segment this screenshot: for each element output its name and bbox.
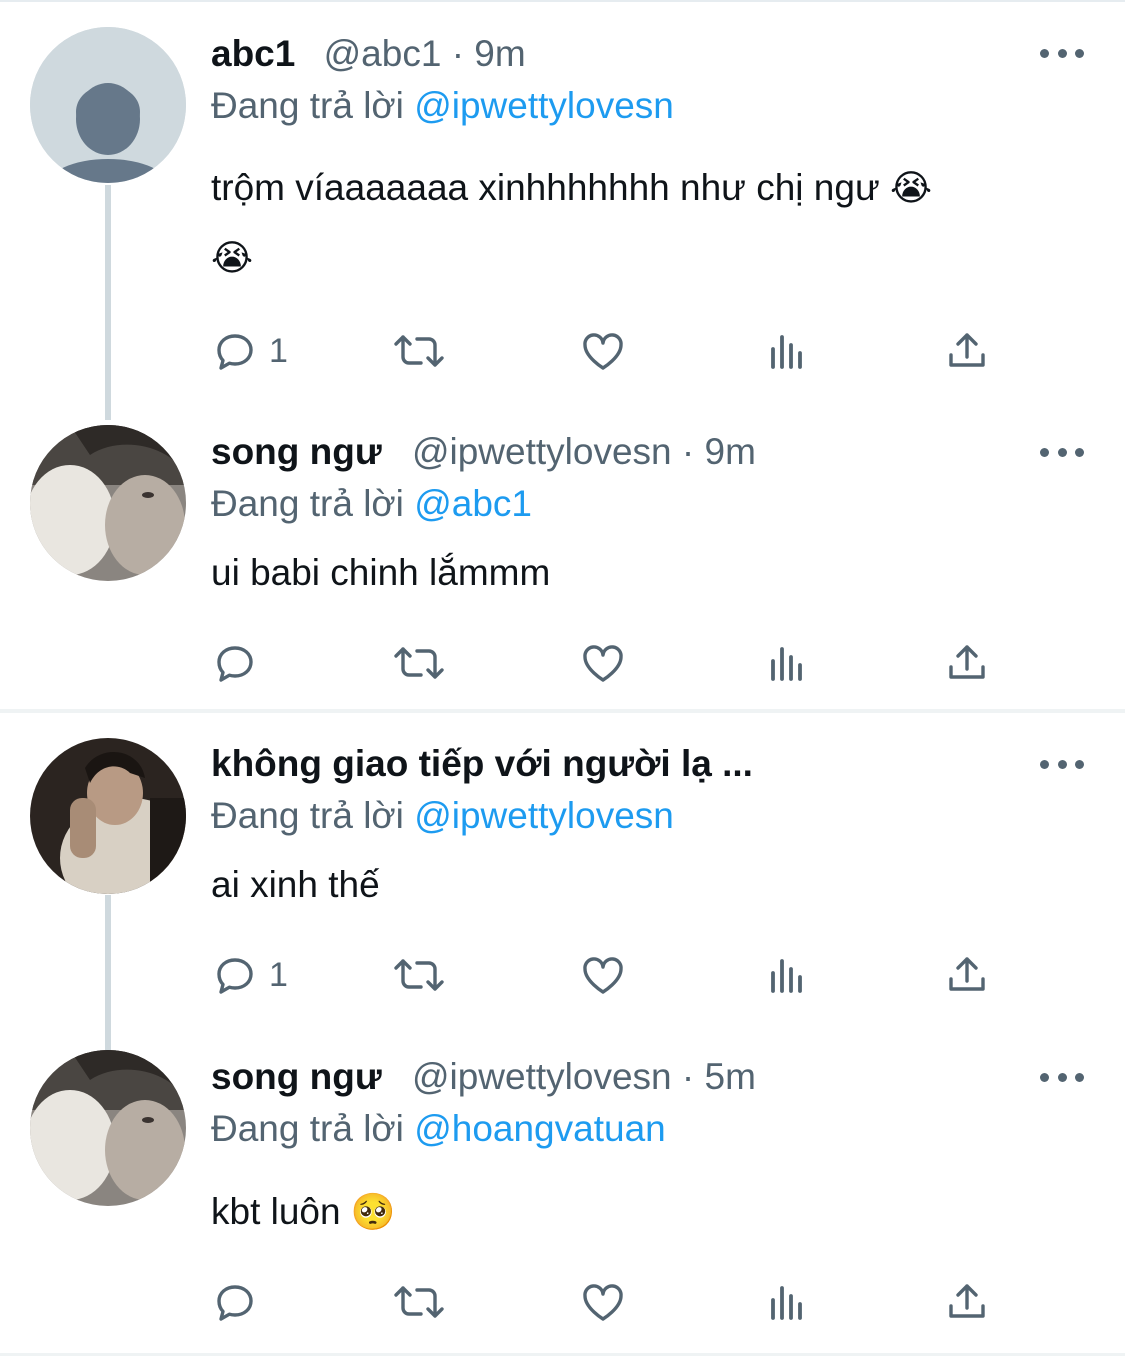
reply-icon bbox=[217, 958, 253, 994]
action-bar: 1 bbox=[211, 326, 1011, 376]
more-icon[interactable] bbox=[1040, 754, 1084, 774]
avatar[interactable] bbox=[30, 738, 186, 894]
replying-prefix: Đang trả lời bbox=[211, 1108, 415, 1149]
pleading-emoji: 🥺 bbox=[350, 1191, 396, 1232]
share-icon bbox=[949, 1284, 985, 1318]
views-icon bbox=[771, 647, 802, 681]
replying-to: Đang trả lời @ipwettylovesn bbox=[211, 794, 674, 838]
share-button[interactable] bbox=[943, 326, 991, 376]
retweet-button[interactable] bbox=[391, 326, 447, 376]
replying-to: Đang trả lời @abc1 bbox=[211, 482, 532, 526]
views-button[interactable] bbox=[763, 1277, 811, 1327]
thread-line bbox=[105, 185, 111, 420]
action-bar bbox=[211, 1277, 1011, 1327]
avatar[interactable] bbox=[30, 1050, 186, 1206]
views-button[interactable] bbox=[763, 950, 811, 1000]
display-name[interactable]: song ngư bbox=[211, 431, 382, 472]
reply-count: 1 bbox=[269, 955, 288, 994]
retweet-button[interactable] bbox=[391, 1277, 447, 1327]
share-button[interactable] bbox=[943, 950, 991, 1000]
tweet-text: kbt luôn 🥺 bbox=[211, 1177, 1071, 1247]
action-bar: 1 bbox=[211, 950, 1011, 1000]
action-bar bbox=[211, 638, 1011, 688]
handle-time: @ipwettylovesn · 5m bbox=[411, 1056, 756, 1097]
views-icon bbox=[771, 335, 802, 369]
replying-prefix: Đang trả lời bbox=[211, 795, 415, 836]
handle-time: @abc1 · 9m bbox=[323, 33, 526, 74]
share-button[interactable] bbox=[943, 1277, 991, 1327]
mention-link[interactable]: @hoangvatuan bbox=[414, 1108, 666, 1149]
reply-button[interactable] bbox=[211, 638, 259, 688]
photo-avatar bbox=[30, 425, 186, 581]
like-button[interactable] bbox=[579, 326, 627, 376]
more-icon[interactable] bbox=[1040, 43, 1084, 63]
photo-avatar bbox=[30, 1050, 186, 1206]
avatar[interactable] bbox=[30, 27, 186, 183]
share-icon bbox=[949, 333, 985, 367]
reply-icon bbox=[217, 1285, 253, 1321]
crying-emoji: 😭 bbox=[211, 237, 254, 278]
tweet-text-body: ai xinh thế bbox=[211, 864, 380, 905]
replying-to: Đang trả lời @hoangvatuan bbox=[211, 1107, 666, 1151]
more-icon[interactable] bbox=[1040, 1067, 1084, 1087]
like-button[interactable] bbox=[579, 1277, 627, 1327]
like-button[interactable] bbox=[579, 638, 627, 688]
share-button[interactable] bbox=[943, 638, 991, 688]
tweet-song-ngu-1[interactable]: song ngư @ipwettylovesn · 9m Đang trả lờ… bbox=[0, 410, 1125, 710]
reply-icon bbox=[217, 646, 253, 682]
reply-count: 1 bbox=[269, 331, 288, 370]
views-icon bbox=[771, 959, 802, 993]
like-icon bbox=[583, 957, 623, 994]
default-person-icon bbox=[30, 27, 186, 183]
reply-button[interactable]: 1 bbox=[211, 326, 288, 376]
tweet-abc1[interactable]: abc1 @abc1 · 9m Đang trả lời @ipwettylov… bbox=[0, 0, 1125, 420]
tweet-text: ui babi chinh lắmmm bbox=[211, 538, 1071, 608]
photo-avatar bbox=[30, 738, 186, 894]
mention-link[interactable]: @abc1 bbox=[414, 483, 532, 524]
replying-prefix: Đang trả lời bbox=[211, 483, 415, 524]
tweet-text: ai xinh thế bbox=[211, 850, 1071, 920]
like-icon bbox=[583, 1284, 623, 1321]
thread-line bbox=[105, 895, 111, 1050]
tweet-khong-giao-tiep[interactable]: không giao tiếp với người lạ ... Đang tr… bbox=[0, 713, 1125, 1050]
crying-emoji: 😭 bbox=[890, 167, 933, 208]
reply-icon bbox=[217, 334, 253, 370]
tweet-text: trộm víaaaaaaa xinhhhhhhh như chị ngư 😭 … bbox=[211, 153, 1071, 293]
tweet-header: không giao tiếp với người lạ ... bbox=[211, 742, 753, 786]
tweet-text-body: trộm víaaaaaaa xinhhhhhhh như chị ngư bbox=[211, 167, 890, 208]
share-icon bbox=[949, 957, 985, 991]
like-icon bbox=[583, 333, 623, 370]
retweet-icon bbox=[394, 647, 444, 679]
tweet-text-body: kbt luôn bbox=[211, 1191, 351, 1232]
tweet-header: abc1 @abc1 · 9m bbox=[211, 32, 526, 76]
more-icon[interactable] bbox=[1040, 442, 1084, 462]
tweet-text-body: ui babi chinh lắmmm bbox=[211, 552, 551, 593]
retweet-button[interactable] bbox=[391, 950, 447, 1000]
retweet-button[interactable] bbox=[391, 638, 447, 688]
retweet-icon bbox=[394, 335, 444, 367]
display-name[interactable]: abc1 bbox=[211, 33, 295, 74]
replying-prefix: Đang trả lời bbox=[211, 85, 415, 126]
retweet-icon bbox=[394, 1286, 444, 1318]
avatar[interactable] bbox=[30, 425, 186, 581]
reply-button[interactable] bbox=[211, 1277, 259, 1327]
retweet-icon bbox=[394, 959, 444, 991]
tweet-header: song ngư @ipwettylovesn · 5m bbox=[211, 1055, 756, 1099]
mention-link[interactable]: @ipwettylovesn bbox=[414, 795, 674, 836]
share-icon bbox=[949, 645, 985, 679]
display-name[interactable]: song ngư bbox=[211, 1056, 382, 1097]
views-button[interactable] bbox=[763, 638, 811, 688]
like-button[interactable] bbox=[579, 950, 627, 1000]
handle-time: @ipwettylovesn · 9m bbox=[411, 431, 756, 472]
tweet-header: song ngư @ipwettylovesn · 9m bbox=[211, 430, 756, 474]
reply-button[interactable]: 1 bbox=[211, 950, 288, 1000]
tweet-song-ngu-2[interactable]: song ngư @ipwettylovesn · 5m Đang trả lờ… bbox=[0, 1035, 1125, 1356]
views-button[interactable] bbox=[763, 326, 811, 376]
views-icon bbox=[771, 1286, 802, 1320]
like-icon bbox=[583, 645, 623, 682]
replying-to: Đang trả lời @ipwettylovesn bbox=[211, 84, 674, 128]
mention-link[interactable]: @ipwettylovesn bbox=[414, 85, 674, 126]
display-name[interactable]: không giao tiếp với người lạ ... bbox=[211, 743, 753, 784]
